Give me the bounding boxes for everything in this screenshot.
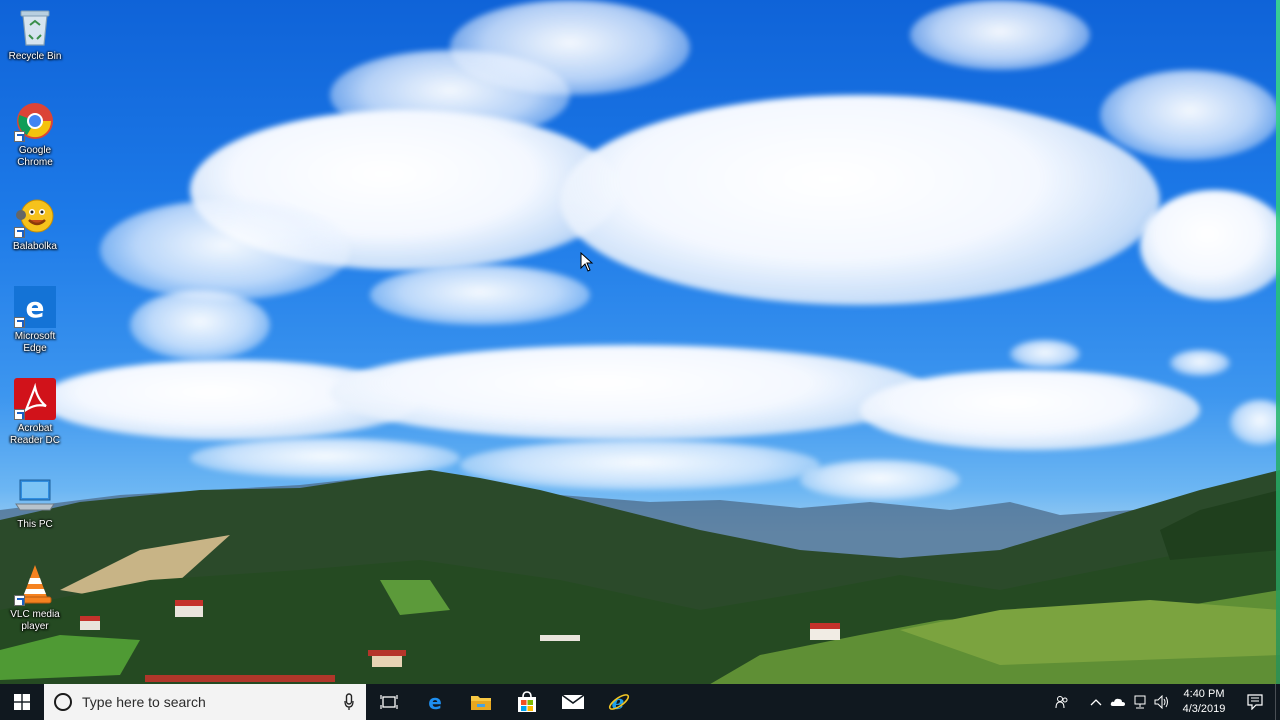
taskbar-mail[interactable] — [550, 684, 596, 720]
network-icon[interactable] — [1129, 684, 1151, 720]
edge-icon: e — [14, 286, 56, 328]
desktop-icon-acrobat-reader[interactable]: Acrobat Reader DC — [4, 378, 66, 447]
vlc-icon — [14, 564, 56, 606]
onedrive-icon[interactable] — [1107, 684, 1129, 720]
svg-text:e: e — [26, 291, 45, 324]
edge-icon: e — [428, 691, 442, 713]
file-explorer-icon — [471, 696, 491, 710]
shortcut-arrow-icon — [14, 595, 25, 606]
chrome-icon — [14, 100, 56, 142]
shortcut-arrow-icon — [14, 317, 25, 328]
balabolka-icon — [14, 196, 56, 238]
mountain-landscape — [0, 470, 1280, 690]
volume-icon[interactable] — [1151, 684, 1173, 720]
cloud — [100, 200, 350, 300]
cortana-icon — [54, 693, 72, 711]
task-view-button[interactable] — [366, 684, 412, 720]
desktop-icon-label: Recycle Bin — [8, 51, 62, 62]
cloud — [1230, 400, 1280, 445]
shortcut-arrow-icon — [14, 227, 25, 238]
desktop-icon-label: Acrobat Reader DC — [9, 423, 61, 446]
shortcut-arrow-icon — [14, 131, 25, 142]
desktop-icon-recycle-bin[interactable]: Recycle Bin — [4, 6, 66, 63]
desktop-icon-label: Google Chrome — [17, 145, 53, 168]
cloud — [1140, 190, 1280, 300]
cloud — [450, 0, 690, 95]
windows-logo-icon — [14, 694, 30, 710]
show-desktop-button[interactable] — [1275, 684, 1280, 720]
this-pc-icon — [14, 474, 56, 516]
cloud — [1010, 340, 1080, 368]
search-placeholder: Type here to search — [82, 694, 206, 710]
shortcut-arrow-icon — [14, 409, 25, 420]
desktop-icon-label: Balabolka — [13, 241, 57, 252]
desktop-icon-vlc[interactable]: VLC media player — [4, 564, 66, 633]
chevron-up-icon[interactable] — [1085, 684, 1107, 720]
desktop-wallpaper[interactable] — [0, 0, 1280, 720]
cloud — [910, 0, 1090, 70]
clock-time: 4:40 PM — [1183, 688, 1225, 700]
store-icon — [518, 691, 536, 712]
desktop-icon-this-pc[interactable]: This PC — [4, 474, 66, 531]
internet-explorer-icon: e — [608, 690, 630, 714]
desktop-icon-microsoft-edge[interactable]: e Microsoft Edge — [4, 286, 66, 355]
start-button[interactable] — [0, 684, 44, 720]
cloud — [370, 265, 590, 325]
task-view-icon — [380, 695, 398, 709]
cloud — [860, 370, 1200, 450]
desktop-icon-balabolka[interactable]: Balabolka — [4, 196, 66, 253]
taskbar: Type here to search e e 4:40 PM 4/3/2019 — [0, 684, 1280, 720]
cloud — [330, 345, 930, 440]
cloud — [560, 95, 1160, 305]
action-center-icon — [1247, 694, 1263, 710]
desktop-icon-google-chrome[interactable]: Google Chrome — [4, 100, 66, 169]
clock[interactable]: 4:40 PM 4/3/2019 — [1173, 687, 1235, 717]
svg-text:e: e — [428, 691, 442, 713]
recycle-bin-icon — [14, 6, 56, 48]
desktop-icon-label: VLC media player — [10, 609, 60, 632]
microphone-icon[interactable] — [344, 693, 354, 711]
search-box[interactable]: Type here to search — [44, 684, 366, 720]
taskbar-store[interactable] — [504, 684, 550, 720]
people-icon[interactable] — [1051, 684, 1073, 720]
taskbar-internet-explorer[interactable]: e — [596, 684, 642, 720]
mail-icon — [561, 694, 585, 709]
accent-edge — [1276, 0, 1280, 684]
taskbar-file-explorer[interactable] — [458, 684, 504, 720]
action-center-button[interactable] — [1235, 684, 1275, 720]
mouse-cursor-icon — [580, 252, 594, 272]
cloud — [130, 290, 270, 360]
cloud — [1100, 70, 1280, 160]
desktop-icon-label: Microsoft Edge — [14, 331, 56, 354]
desktop-icon-label: This PC — [17, 519, 53, 530]
acrobat-icon — [14, 378, 56, 420]
cloud — [1170, 350, 1230, 376]
taskbar-edge[interactable]: e — [412, 684, 458, 720]
clock-date: 4/3/2019 — [1182, 703, 1226, 715]
system-tray: 4:40 PM 4/3/2019 — [1051, 684, 1280, 720]
